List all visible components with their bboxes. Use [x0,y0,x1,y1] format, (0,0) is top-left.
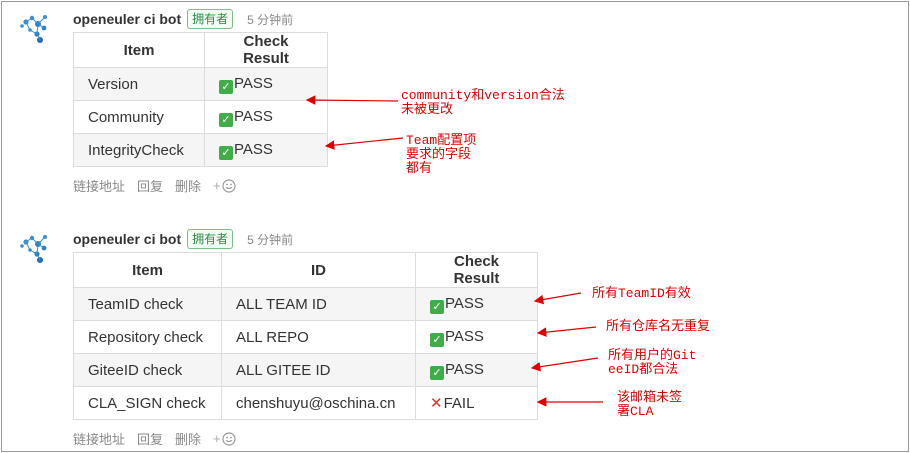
table-row: Version ✓ PASS [73,67,328,101]
result-text: PASS [234,140,273,158]
item-cell: GiteeID check [73,353,222,387]
ci-result-table: Item ID Check Result TeamID check ALL TE… [73,252,538,420]
id-cell: ALL GITEE ID [221,353,416,387]
table-row: TeamID check ALL TEAM ID ✓ PASS [73,287,538,321]
check-mark-icon: ✓ [430,332,444,347]
item-cell: TeamID check [73,287,222,321]
comment-header: openeuler ci bot 拥有者 5 分钟前 [73,227,293,251]
id-cell: chenshuyu@oschina.cn [221,386,416,420]
column-header: Check Result [415,252,538,288]
author-name[interactable]: openeuler ci bot [73,231,181,247]
check-mark-icon: ✓ [219,145,233,160]
result-text: PASS [445,327,484,345]
reply-button[interactable]: 回复 [137,176,163,195]
column-header: Item [73,32,205,68]
item-cell: Version [73,67,205,101]
id-cell: ALL REPO [221,320,416,354]
table-row: CLA_SIGN check chenshuyu@oschina.cn ✕FAI… [73,386,538,420]
comment-time[interactable]: 5 分钟前 [247,231,293,248]
table-row: IntegrityCheck ✓ PASS [73,133,328,167]
result-cell: ✓ PASS [204,67,328,101]
column-header: Check Result [204,32,328,68]
owner-badge: 拥有者 [187,229,234,249]
table-header-row: Item ID Check Result [73,252,538,288]
link-address-button[interactable]: 链接地址 [73,429,125,448]
comment-header: openeuler ci bot 拥有者 5 分钟前 [73,7,293,31]
owner-badge: 拥有者 [187,9,234,29]
add-reaction-plus[interactable]: + [213,431,221,446]
table-row: Community ✓ PASS [73,100,328,134]
openeuler-logo-icon[interactable] [18,232,58,264]
result-text: PASS [445,294,484,312]
comment-actions: 链接地址 回复 删除 + [73,176,236,195]
result-cell: ✕FAIL [415,386,538,420]
delete-button[interactable]: 删除 [175,429,201,448]
check-mark-icon: ✓ [219,112,233,127]
table-row: GiteeID check ALL GITEE ID ✓ PASS [73,353,538,387]
item-cell: Community [73,100,205,134]
result-text: PASS [234,74,273,92]
comment-time[interactable]: 5 分钟前 [247,11,293,28]
result-cell: ✓ PASS [204,133,328,167]
delete-button[interactable]: 删除 [175,176,201,195]
openeuler-logo-icon[interactable] [18,12,58,44]
smiley-icon[interactable] [222,431,236,446]
item-cell: IntegrityCheck [73,133,205,167]
result-cell: ✓ PASS [415,287,538,321]
annotation-note: 所有用户的Git eeID都合法 [608,348,697,377]
result-cell: ✓ PASS [204,100,328,134]
check-mark-icon: ✓ [219,79,233,94]
table-header-row: Item Check Result [73,32,328,68]
table-row: Repository check ALL REPO ✓ PASS [73,320,538,354]
result-text: PASS [445,360,484,378]
annotation-note: 所有TeamID有效 [592,286,691,301]
author-name[interactable]: openeuler ci bot [73,11,181,27]
item-cell: CLA_SIGN check [73,386,222,420]
column-header: Item [73,252,222,288]
annotation-note: Team配置项 要求的字段 都有 [406,133,477,176]
column-header: ID [221,252,416,288]
check-mark-icon: ✓ [430,365,444,380]
add-reaction-plus[interactable]: + [213,178,221,193]
result-cell: ✓ PASS [415,320,538,354]
result-text: FAIL [443,395,475,412]
comment-actions: 链接地址 回复 删除 + [73,429,236,448]
annotation-note: 该邮箱未签 署CLA [617,390,683,419]
cross-mark-icon: ✕ [430,395,443,412]
annotation-note: community和version合法 未被更改 [401,88,565,117]
id-cell: ALL TEAM ID [221,287,416,321]
result-cell: ✓ PASS [415,353,538,387]
item-cell: Repository check [73,320,222,354]
result-text: PASS [234,107,273,125]
check-mark-icon: ✓ [430,299,444,314]
reply-button[interactable]: 回复 [137,429,163,448]
smiley-icon[interactable] [222,178,236,193]
ci-result-table: Item Check Result Version ✓ PASS Communit… [73,32,328,167]
annotation-note: 所有仓库名无重复 [606,319,711,334]
link-address-button[interactable]: 链接地址 [73,176,125,195]
